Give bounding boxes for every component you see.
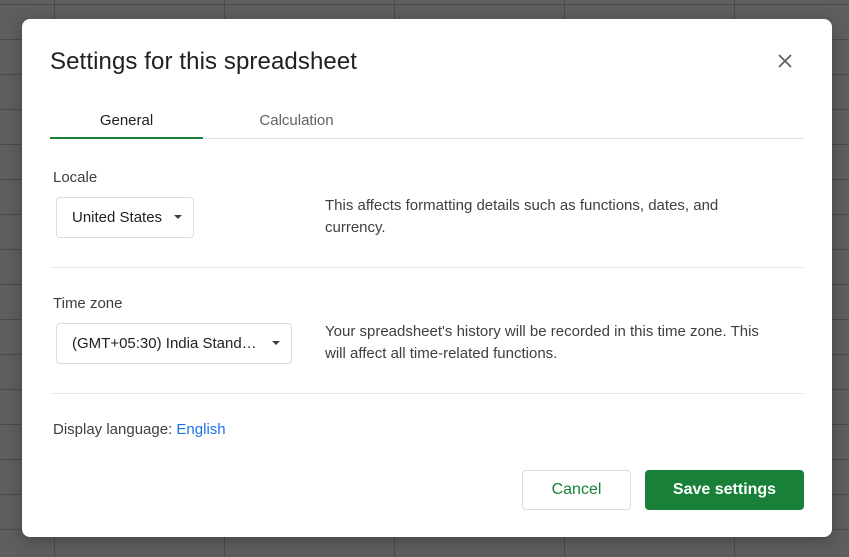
divider: [50, 267, 804, 268]
dialog-title: Settings for this spreadsheet: [50, 48, 358, 75]
cancel-button[interactable]: Cancel: [522, 470, 631, 510]
locale-value: United States: [72, 209, 163, 226]
tab-general[interactable]: General: [50, 107, 203, 139]
settings-dialog: Settings for this spreadsheet General Ca…: [22, 19, 832, 537]
divider: [50, 393, 804, 394]
close-icon: [778, 54, 792, 68]
display-language-label: Display language:: [53, 421, 173, 438]
chevron-down-icon: [272, 341, 280, 345]
locale-select[interactable]: United States: [56, 197, 194, 238]
locale-description: This affects formatting details such as …: [325, 197, 719, 236]
timezone-value: (GMT+05:30) India Stand…: [72, 335, 257, 352]
close-button[interactable]: [773, 49, 797, 73]
timezone-label: Time zone: [53, 295, 123, 312]
locale-label: Locale: [53, 169, 98, 186]
tab-calculation[interactable]: Calculation: [220, 107, 373, 138]
timezone-select[interactable]: (GMT+05:30) India Stand…: [56, 323, 292, 364]
display-language: Display language: English: [53, 421, 226, 438]
chevron-down-icon: [174, 215, 182, 219]
display-language-link[interactable]: English: [176, 421, 225, 438]
tab-bar: General Calculation: [50, 107, 804, 139]
save-settings-button[interactable]: Save settings: [645, 470, 804, 510]
timezone-description: Your spreadsheet's history will be recor…: [325, 323, 759, 362]
